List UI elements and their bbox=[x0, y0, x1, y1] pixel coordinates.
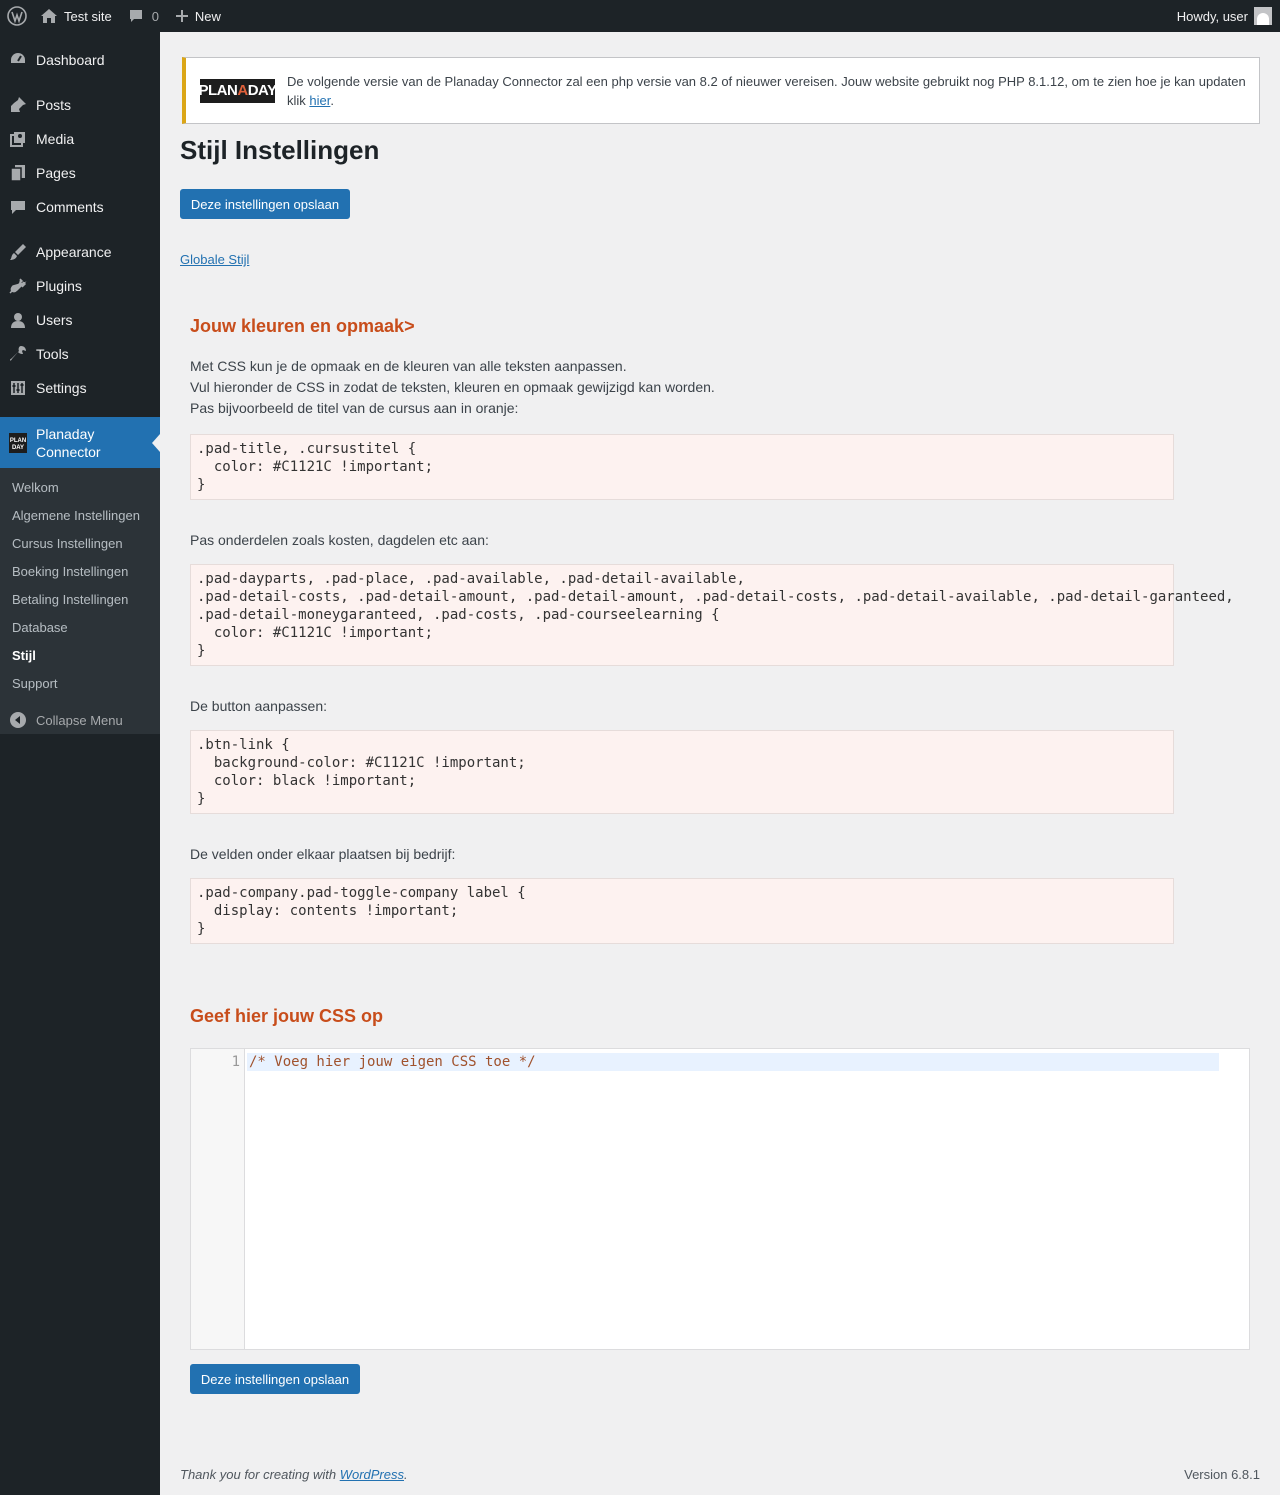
sidebar-item-comments[interactable]: Comments bbox=[0, 190, 160, 224]
save-button-top[interactable]: Deze instellingen opslaan bbox=[180, 189, 350, 219]
collapse-arrow-icon bbox=[0, 712, 36, 728]
intro-text: Met CSS kun je de opmaak en de kleuren v… bbox=[190, 358, 715, 416]
submenu-item-algemene-instellingen[interactable]: Algemene Instellingen bbox=[12, 507, 140, 525]
notice-link[interactable]: hier bbox=[309, 93, 330, 108]
sidebar-item-planaday-connector[interactable]: PLAN DAY Planaday Connector bbox=[0, 417, 160, 469]
planaday-icon: PLAN DAY bbox=[0, 433, 36, 453]
plus-icon bbox=[175, 9, 189, 23]
svg-text:DAY: DAY bbox=[12, 445, 24, 451]
sidebar-item-tools[interactable]: Tools bbox=[0, 337, 160, 371]
sidebar-item-settings[interactable]: Settings bbox=[0, 371, 160, 405]
sidebar-item-label: Users bbox=[36, 312, 73, 328]
submenu-item-database[interactable]: Database bbox=[12, 619, 68, 637]
sidebar-item-label: Tools bbox=[36, 346, 69, 362]
submenu-item-boeking-instellingen[interactable]: Boeking Instellingen bbox=[12, 563, 128, 581]
code-example-parts: .pad-dayparts, .pad-place, .pad-availabl… bbox=[190, 564, 1234, 666]
page-title: Stijl Instellingen bbox=[180, 135, 380, 165]
css-editor[interactable]: 1 /* Voeg hier jouw eigen CSS toe */ bbox=[190, 1048, 1250, 1350]
home-icon bbox=[40, 8, 58, 24]
save-button-bottom[interactable]: Deze instellingen opslaan bbox=[190, 1364, 360, 1394]
wordpress-logo-icon[interactable] bbox=[0, 0, 34, 32]
editor-code-line[interactable]: /* Voeg hier jouw eigen CSS toe */ bbox=[249, 1054, 536, 1070]
sidebar-item-pages[interactable]: Pages bbox=[0, 156, 160, 190]
code-example-button: .btn-link { background-color: #C1121C !i… bbox=[190, 730, 1174, 814]
code-example-title: .pad-title, .cursustitel { color: #C1121… bbox=[190, 434, 1174, 500]
pushpin-icon bbox=[0, 96, 36, 114]
new-label: New bbox=[194, 8, 221, 24]
label-button: De button aanpassen: bbox=[190, 698, 327, 714]
howdy-text: Howdy, user bbox=[1176, 8, 1248, 24]
user-icon bbox=[0, 311, 36, 329]
submenu-item-betaling-instellingen[interactable]: Betaling Instellingen bbox=[12, 591, 128, 609]
planaday-submenu: Welkom Algemene Instellingen Cursus Inst… bbox=[0, 468, 160, 734]
collapse-menu-button[interactable]: Collapse Menu bbox=[0, 703, 160, 737]
dashboard-icon bbox=[0, 51, 36, 69]
sidebar-item-dashboard[interactable]: Dashboard bbox=[0, 43, 160, 77]
sidebar-item-users[interactable]: Users bbox=[0, 303, 160, 337]
comment-icon bbox=[0, 198, 36, 216]
section-title-css: Geef hier jouw CSS op bbox=[190, 1006, 384, 1026]
label-company: De velden onder elkaar plaatsen bij bedr… bbox=[190, 846, 456, 862]
submenu-item-support[interactable]: Support bbox=[12, 675, 58, 693]
code-example-company: .pad-company.pad-toggle-company label { … bbox=[190, 878, 1174, 944]
sidebar-item-label: Posts bbox=[36, 97, 72, 113]
sidebar-item-label: Pages bbox=[36, 165, 76, 181]
settings-icon bbox=[0, 379, 36, 397]
editor-gutter: 1 bbox=[191, 1049, 245, 1349]
submenu-item-welkom[interactable]: Welkom bbox=[12, 479, 59, 497]
svg-text:PLAN: PLAN bbox=[10, 438, 26, 444]
footer-version: Version 6.8.1 bbox=[1184, 1467, 1260, 1482]
new-content-link[interactable]: New bbox=[167, 0, 229, 32]
section-title-colors: Jouw kleuren en opmaak> bbox=[190, 316, 415, 336]
sidebar-item-label: Planaday Connector bbox=[36, 426, 101, 460]
site-name-link[interactable]: Test site bbox=[34, 0, 120, 32]
sidebar-item-posts[interactable]: Posts bbox=[0, 88, 160, 122]
sidebar-item-label: Media bbox=[36, 131, 75, 147]
my-account-link[interactable]: Howdy, user bbox=[1169, 0, 1280, 32]
media-icon bbox=[0, 130, 36, 148]
notice-text: De volgende versie van de Planaday Conne… bbox=[287, 73, 1246, 108]
submenu-item-stijl[interactable]: Stijl bbox=[12, 647, 36, 665]
pages-icon bbox=[0, 164, 36, 182]
sidebar-item-appearance[interactable]: Appearance bbox=[0, 235, 160, 269]
sidebar-item-label: Dashboard bbox=[36, 52, 105, 68]
footer-thanks: Thank you for creating with WordPress. bbox=[180, 1467, 408, 1482]
avatar bbox=[1254, 7, 1272, 25]
sidebar-item-label: Plugins bbox=[36, 278, 82, 294]
sidebar-item-label: Settings bbox=[36, 380, 87, 396]
collapse-menu-label: Collapse Menu bbox=[36, 712, 123, 728]
plugin-icon bbox=[0, 277, 36, 295]
comments-link[interactable]: 0 bbox=[120, 0, 167, 32]
php-version-notice: PLAN A DAY De volgende versie van de Plana… bbox=[182, 57, 1260, 124]
global-style-link[interactable]: Globale Stijl bbox=[180, 252, 249, 267]
line-number: 1 bbox=[231, 1054, 240, 1070]
comment-bubble-icon bbox=[128, 8, 144, 24]
label-parts: Pas onderdelen zoals kosten, dagdelen et… bbox=[190, 532, 489, 548]
submenu-item-cursus-instellingen[interactable]: Cursus Instellingen bbox=[12, 535, 123, 553]
sidebar-item-label: Appearance bbox=[36, 244, 112, 260]
planaday-logo: PLAN A DAY bbox=[199, 78, 277, 103]
wrench-icon bbox=[0, 345, 36, 363]
paintbrush-icon bbox=[0, 243, 36, 261]
wordpress-link[interactable]: WordPress bbox=[340, 1467, 404, 1482]
comments-count: 0 bbox=[151, 8, 159, 24]
site-name: Test site bbox=[64, 8, 112, 24]
sidebar-item-label: Comments bbox=[36, 199, 104, 215]
admin-bar: Test site 0 New Howdy, user bbox=[0, 0, 1280, 32]
sidebar-item-plugins[interactable]: Plugins bbox=[0, 269, 160, 303]
admin-sidebar: Dashboard Posts Media Pages Comments App… bbox=[0, 32, 160, 1495]
sidebar-item-media[interactable]: Media bbox=[0, 122, 160, 156]
